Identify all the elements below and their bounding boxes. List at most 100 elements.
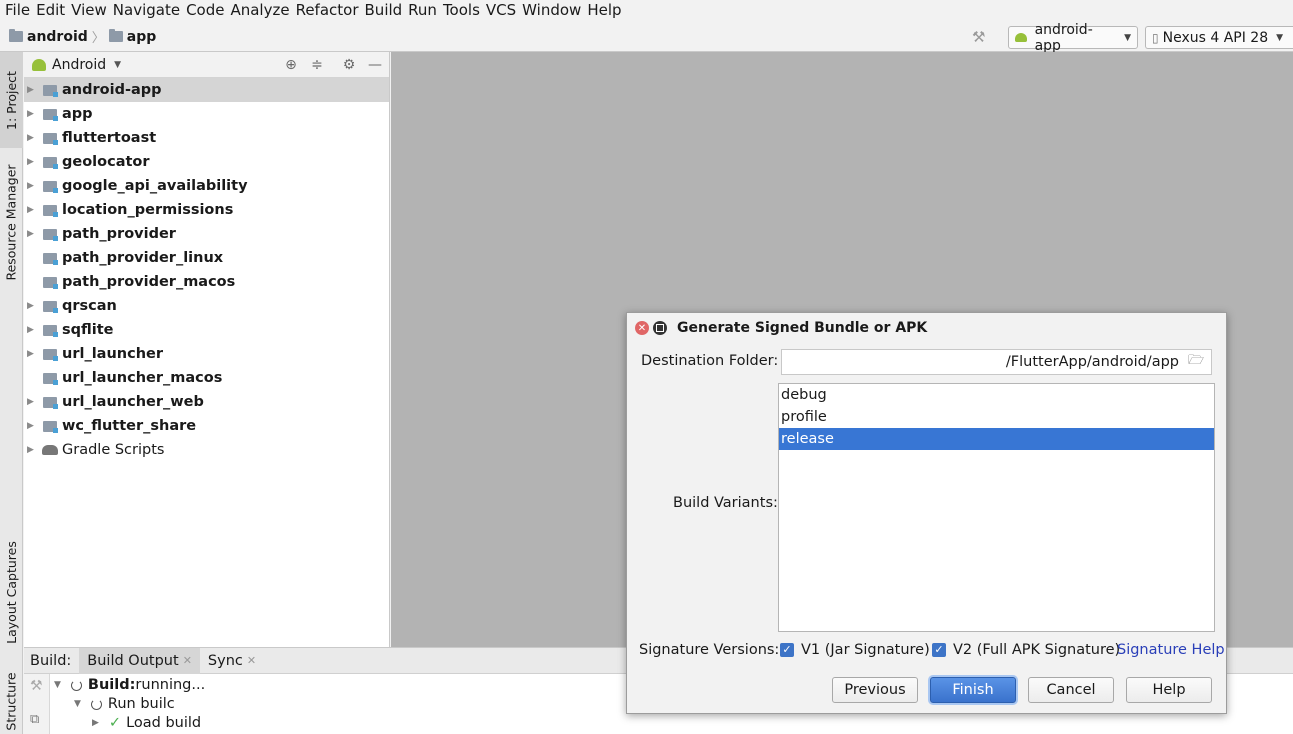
tool-tab-structure[interactable]: Structure [0, 668, 23, 734]
expand-right-icon[interactable]: ▶ [27, 181, 41, 191]
module-folder-icon [43, 372, 58, 385]
tree-item[interactable]: ▶ geolocator [24, 150, 389, 174]
menu-window[interactable]: Window [521, 0, 586, 22]
cancel-button[interactable]: Cancel [1028, 677, 1114, 703]
tree-item[interactable]: ▶ qrscan [24, 294, 389, 318]
minimize-icon[interactable]: — [366, 56, 384, 74]
close-icon[interactable]: ✕ [635, 321, 649, 335]
run-config-select[interactable]: android-app ▼ [1008, 22, 1138, 54]
filter-icon[interactable]: ⧉ [30, 712, 39, 727]
menu-refactor[interactable]: Refactor [295, 0, 364, 22]
menu-navigate[interactable]: Navigate [112, 0, 185, 22]
previous-button[interactable]: Previous [832, 677, 918, 703]
folder-icon [9, 29, 23, 42]
menu-analyze[interactable]: Analyze [229, 0, 294, 22]
tree-item[interactable]: ▶ sqflite [24, 318, 389, 342]
tree-item[interactable]: ▶ wc_flutter_share [24, 414, 389, 438]
build-row-run[interactable]: ▼ Run builc [74, 694, 175, 714]
expand-right-icon[interactable]: ▶ [27, 229, 41, 239]
build-status-text: running... [135, 677, 206, 693]
tree-item[interactable]: ▶ google_api_availability [24, 174, 389, 198]
module-folder-icon [43, 228, 58, 241]
tab-build-output[interactable]: Build Output ✕ [79, 647, 200, 674]
tool-tab-layout-captures[interactable]: Layout Captures [0, 532, 23, 652]
expand-right-icon[interactable]: ▶ [27, 445, 41, 455]
tree-item[interactable]: ▶ url_launcher [24, 342, 389, 366]
collapse-all-icon[interactable]: ≑ [308, 56, 326, 74]
v2-signature-checkbox[interactable]: ✓ V2 (Full APK Signature) [932, 642, 1120, 658]
expand-right-icon[interactable]: ▶ [27, 205, 41, 215]
expand-right-icon[interactable]: ▶ [27, 157, 41, 167]
build-variant-item[interactable]: release [779, 428, 1214, 450]
expand-right-icon[interactable]: ▶ [27, 133, 41, 143]
tree-item[interactable]: ▶ android-app [24, 78, 389, 102]
hammer-icon[interactable]: ⚒ [30, 678, 43, 694]
close-icon[interactable]: ✕ [247, 648, 256, 674]
tool-tab-project[interactable]: 1: Project [0, 52, 23, 148]
expand-down-icon[interactable]: ▼ [74, 699, 81, 709]
menu-file[interactable]: File [4, 0, 35, 22]
tree-item-label: url_launcher_macos [62, 370, 223, 386]
close-icon[interactable]: ✕ [183, 648, 192, 674]
help-button[interactable]: Help [1126, 677, 1212, 703]
checkbox-checked-icon[interactable]: ✓ [780, 643, 794, 657]
expand-right-icon[interactable]: ▶ [27, 301, 41, 311]
hammer-icon[interactable]: ⚒ [972, 28, 990, 46]
destination-folder-field[interactable]: /FlutterApp/android/app 🗁 [781, 349, 1212, 375]
signature-versions-label: Signature Versions: [639, 642, 780, 658]
tree-item[interactable]: ▶ location_permissions [24, 198, 389, 222]
build-variants-list[interactable]: debug profile release [778, 383, 1215, 632]
expand-right-icon[interactable]: ▶ [92, 718, 99, 728]
expand-right-icon[interactable]: ▶ [27, 85, 41, 95]
menu-help[interactable]: Help [586, 0, 626, 22]
menu-view[interactable]: View [70, 0, 112, 22]
expand-right-icon[interactable]: ▶ [27, 349, 41, 359]
menu-vcs[interactable]: VCS [485, 0, 521, 22]
checkbox-checked-icon[interactable]: ✓ [932, 643, 946, 657]
project-view-mode[interactable]: Android [52, 57, 106, 73]
tree-item[interactable]: ▶ fluttertoast [24, 126, 389, 150]
build-row-running[interactable]: ▼ Build: running... [54, 675, 205, 695]
locate-icon[interactable]: ⊕ [282, 56, 300, 74]
breadcrumb-android[interactable]: android [9, 29, 88, 45]
tree-item[interactable]: path_provider_macos [24, 270, 389, 294]
build-row-load[interactable]: ▶ ✓ Load build [92, 713, 201, 733]
build-variant-item[interactable]: debug [779, 384, 1214, 406]
tree-item[interactable]: ▶ Gradle Scripts [24, 438, 389, 462]
check-icon: ✓ [108, 715, 122, 731]
build-variant-item[interactable]: profile [779, 406, 1214, 428]
tree-item-label: url_launcher [62, 346, 163, 362]
menu-code[interactable]: Code [185, 0, 229, 22]
expand-right-icon[interactable]: ▶ [27, 325, 41, 335]
breadcrumb-app[interactable]: app [108, 29, 156, 45]
expand-right-icon[interactable]: ▶ [27, 421, 41, 431]
signature-help-link[interactable]: Signature Help [1117, 642, 1225, 658]
open-folder-icon[interactable]: 🗁 [1185, 351, 1207, 373]
tool-tab-resource-manager[interactable]: Resource Manager [0, 152, 23, 292]
tree-item[interactable]: ▶ url_launcher_web [24, 390, 389, 414]
tree-item[interactable]: url_launcher_macos [24, 366, 389, 390]
chevron-down-icon[interactable]: ▼ [114, 60, 121, 70]
menu-tools[interactable]: Tools [442, 0, 485, 22]
expand-right-icon[interactable]: ▶ [27, 397, 41, 407]
menu-run[interactable]: Run [407, 0, 442, 22]
tab-sync[interactable]: Sync ✕ [200, 648, 264, 674]
expand-right-icon[interactable]: ▶ [27, 109, 41, 119]
maximize-icon[interactable] [653, 321, 667, 335]
v2-label: V2 (Full APK Signature) [953, 642, 1121, 658]
tab-label: Sync [207, 652, 243, 669]
tree-item[interactable]: ▶ path_provider [24, 222, 389, 246]
tree-item[interactable]: ▶ app [24, 102, 389, 126]
device-select[interactable]: ▯ Nexus 4 API 28 ▼ [1145, 26, 1293, 49]
tree-item[interactable]: path_provider_linux [24, 246, 389, 270]
navigation-bar: android 〉 app ⚒ android-app ▼ ▯ Nexus 4 … [0, 22, 1293, 54]
finish-button[interactable]: Finish [930, 677, 1016, 703]
menu-build[interactable]: Build [364, 0, 408, 22]
v1-signature-checkbox[interactable]: ✓ V1 (Jar Signature) [780, 642, 930, 658]
menu-edit[interactable]: Edit [35, 0, 70, 22]
tab-label: Build Output [87, 652, 179, 669]
expand-down-icon[interactable]: ▼ [54, 680, 61, 690]
destination-folder-label: Destination Folder: [641, 353, 779, 369]
build-row-text: Load build [126, 715, 202, 731]
gear-icon[interactable]: ⚙ [340, 56, 358, 74]
